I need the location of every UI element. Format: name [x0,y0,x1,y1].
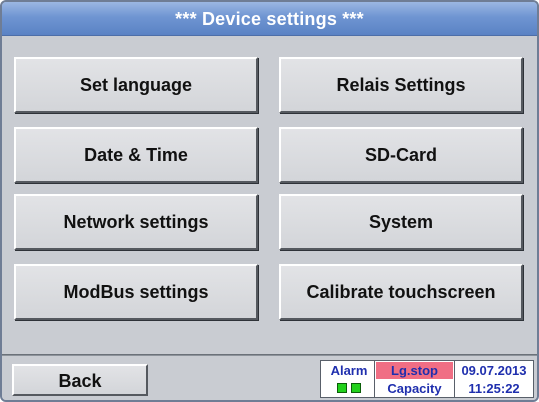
relais-settings-button[interactable]: Relais Settings [279,57,523,113]
modbus-settings-button[interactable]: ModBus settings [14,264,258,320]
system-button[interactable]: System [279,194,523,250]
capacity-label: Capacity [387,381,442,396]
alarm-label: Alarm [330,363,368,378]
date-time-button[interactable]: Date & Time [14,127,258,183]
set-language-button[interactable]: Set language [14,57,258,113]
status-date: 09.07.2013 [461,363,527,378]
sd-card-button[interactable]: SD-Card [279,127,523,183]
status-divider [374,361,375,397]
page-title: *** Device settings *** [2,2,537,36]
back-button[interactable]: Back [12,364,148,396]
status-panel: Alarm Lg.stop Capacity 09.07.2013 11:25:… [320,360,534,398]
settings-menu: Set language Relais Settings Date & Time… [2,36,537,352]
logging-status: Lg.stop [391,363,438,378]
alarm-led-icon [351,383,361,393]
calibrate-touchscreen-button[interactable]: Calibrate touchscreen [279,264,523,320]
alarm-led-icon [337,383,347,393]
network-settings-button[interactable]: Network settings [14,194,258,250]
device-settings-screen: *** Device settings *** Set language Rel… [0,0,539,402]
footer-bar: Back Alarm Lg.stop Capacity 09.07.2013 1… [2,356,537,400]
status-time: 11:25:22 [468,381,520,396]
